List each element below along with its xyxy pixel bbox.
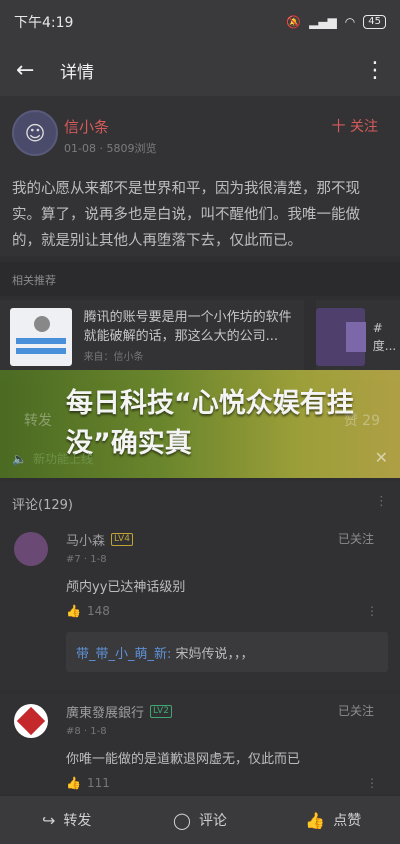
author-name[interactable]: 信小条 bbox=[64, 116, 109, 137]
post-meta: 01-08 · 5809浏览 bbox=[64, 142, 157, 155]
more-options-icon[interactable]: ⋮ bbox=[366, 776, 378, 790]
comment-item: 马小森 LV4 已关注 #7 · 1-8 颅内yy已达神话级别 👍 148 ⋮ … bbox=[0, 522, 400, 690]
like-button[interactable]: 👍 点赞 bbox=[267, 810, 400, 830]
page-title: 详情 bbox=[60, 62, 94, 83]
battery-icon: 45 bbox=[363, 15, 386, 29]
more-options-icon[interactable]: ⋮ bbox=[366, 604, 378, 618]
thumbs-up-icon: 👍 bbox=[66, 604, 81, 618]
comment-like-button[interactable]: 👍 148 bbox=[66, 604, 110, 618]
comment-like-button[interactable]: 👍 111 bbox=[66, 776, 110, 790]
forward-label: 转发 bbox=[63, 813, 92, 829]
close-icon[interactable]: ✕ bbox=[375, 448, 388, 467]
author-avatar[interactable]: ☺ bbox=[12, 110, 58, 156]
level-badge: LV2 bbox=[150, 705, 172, 718]
comment-text: 你唯一能做的是道歉退网虚无，仅此而已 bbox=[66, 752, 301, 767]
share-icon: ↪ bbox=[41, 810, 56, 830]
status-icons: 🔕 ▂▄▆ ◠ 45 bbox=[286, 15, 386, 29]
forward-button[interactable]: ↪ 转发 bbox=[0, 810, 133, 830]
level-badge: LV4 bbox=[111, 533, 133, 546]
related-thumbnail bbox=[316, 308, 366, 366]
commenter-name[interactable]: 马小森 bbox=[66, 530, 105, 549]
comment-label: 评论 bbox=[198, 813, 227, 829]
related-item[interactable]: #度... bbox=[316, 300, 400, 374]
related-item[interactable]: 腾讯的账号要是用一个小作坊的软件就能破解的话，那这么大的公司... 来自：信小条 bbox=[0, 300, 304, 374]
reply-preview[interactable]: 带_带_小_萌_新: 宋妈传说，，， bbox=[66, 632, 388, 672]
comment-icon: ◯ bbox=[173, 810, 191, 830]
thumbs-up-icon: 👍 bbox=[305, 810, 326, 830]
like-count: 111 bbox=[86, 776, 110, 790]
reply-author[interactable]: 带_带_小_萌_新: bbox=[76, 647, 171, 662]
comment-button[interactable]: ◯ 评论 bbox=[133, 810, 266, 830]
bottom-action-bar: ↪ 转发 ◯ 评论 👍 点赞 bbox=[0, 796, 400, 844]
comment-floor-date: #7 · 1-8 bbox=[66, 554, 107, 565]
speaker-icon: 🔈 bbox=[12, 451, 27, 466]
related-item-text: 腾讯的账号要是用一个小作坊的软件就能破解的话，那这么大的公司... bbox=[83, 309, 292, 344]
wifi-icon: ◠ bbox=[344, 15, 356, 29]
notice-banner: 🔈 新功能上线 bbox=[12, 450, 93, 467]
mute-icon: 🔕 bbox=[286, 15, 302, 29]
back-arrow-icon[interactable]: ← bbox=[16, 58, 42, 83]
related-item-source: 来自：信小条 bbox=[83, 351, 144, 363]
status-bar: 下午4:19 🔕 ▂▄▆ ◠ 45 bbox=[0, 0, 400, 44]
comment-floor-date: #8 · 1-8 bbox=[66, 726, 107, 737]
related-thumbnail bbox=[10, 308, 72, 366]
post-content: 我的心愿从来都不是世界和平，因为我很清楚，那不现实。算了，说再多也是白说，叫不醒… bbox=[12, 181, 360, 249]
followed-status[interactable]: 已关注 bbox=[338, 702, 374, 719]
related-item-text: #度... bbox=[372, 321, 397, 353]
follow-button[interactable]: 十 关注 bbox=[332, 116, 378, 136]
thumbs-up-icon: 👍 bbox=[66, 776, 81, 790]
comment-item: 廣東發展銀行 LV2 已关注 #8 · 1-8 你唯一能做的是道歉退网虚无，仅此… bbox=[0, 694, 400, 794]
followed-status[interactable]: 已关注 bbox=[338, 530, 374, 547]
comments-count: 评论(129) bbox=[12, 498, 73, 513]
status-time: 下午4:19 bbox=[14, 15, 74, 31]
commenter-name[interactable]: 廣東發展銀行 bbox=[66, 702, 144, 721]
overlay-headline: 每日科技“心悦众娱有挂没”确实真 bbox=[66, 388, 354, 459]
like-label: 点赞 bbox=[333, 813, 362, 829]
avatar[interactable] bbox=[14, 532, 48, 566]
related-section-title: 相关推荐 bbox=[0, 262, 400, 296]
avatar[interactable] bbox=[14, 704, 48, 738]
like-count: 148 bbox=[86, 604, 110, 618]
reply-text: 宋妈传说，，， bbox=[171, 647, 254, 662]
post-card: ☺ 信小条 01-08 · 5809浏览 十 关注 我的心愿从来都不是世界和平，… bbox=[0, 96, 400, 256]
banner-text: 新功能上线 bbox=[32, 452, 93, 466]
more-options-icon[interactable]: ⋮ bbox=[364, 58, 386, 83]
signal-icon: ▂▄▆ bbox=[309, 15, 337, 29]
promo-overlay[interactable]: 转发 赞 29 每日科技“心悦众娱有挂没”确实真 🔈 新功能上线 ✕ bbox=[0, 370, 400, 478]
comments-header: 评论(129) ⋮ bbox=[0, 482, 400, 522]
more-options-icon[interactable]: ⋮ bbox=[375, 494, 388, 510]
app-bar: ← 详情 ⋮ bbox=[0, 44, 400, 96]
faint-forward-label: 转发 bbox=[24, 413, 52, 429]
comment-text: 颅内yy已达神话级别 bbox=[66, 580, 186, 595]
